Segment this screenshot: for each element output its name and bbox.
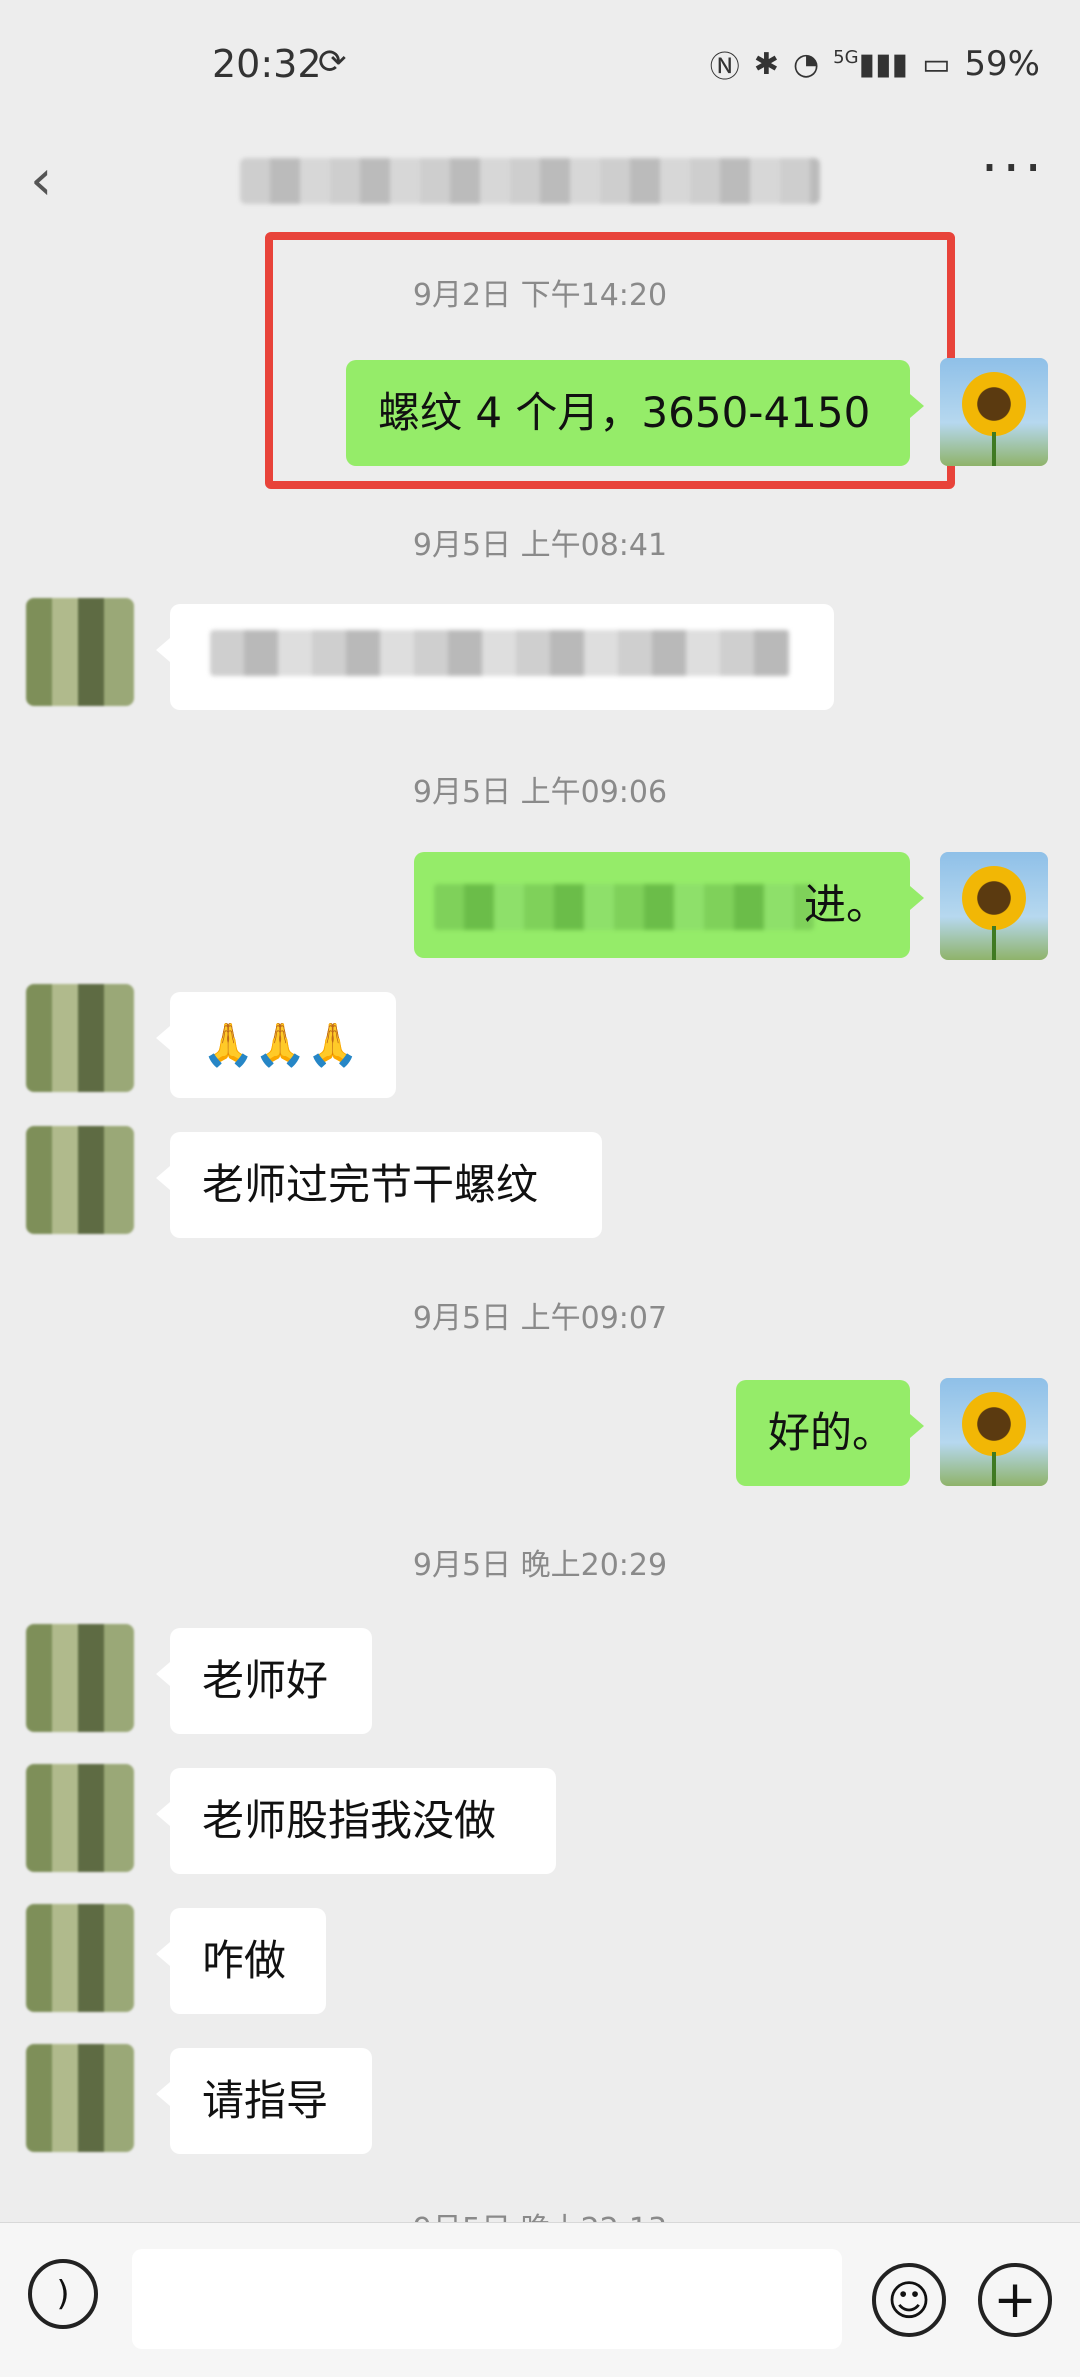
back-arrow-icon[interactable]: ‹ [30, 148, 52, 213]
nfc-icon: Ⓝ [709, 50, 740, 85]
message-bubble-other-redacted[interactable] [156, 604, 834, 710]
signal-5g-icon: 5G▮▮▮ [833, 46, 909, 82]
message-text: 进。 [803, 880, 888, 929]
sync-icon: ⟳ [318, 42, 347, 82]
status-icons: Ⓝ ✱ ◔ 5G▮▮▮ ▭ 59% [710, 42, 1040, 86]
message-text: 请指导 [202, 2075, 329, 2125]
message-bubble-other[interactable]: 请指导 [156, 2048, 372, 2154]
message-bubble-me[interactable]: 螺纹 4 个月，3650-4150 [346, 360, 924, 466]
bluetooth-icon: ✱ [753, 46, 779, 82]
message-bubble-other[interactable]: 老师股指我没做 [156, 1768, 556, 1874]
message-text: 老师股指我没做 [202, 1795, 497, 1845]
battery-level: 59% [964, 44, 1040, 84]
contact-avatar[interactable] [26, 1764, 134, 1872]
timestamp: 9月5日 上午08:41 [412, 528, 668, 563]
contact-avatar[interactable] [26, 1126, 134, 1234]
status-bar: 20:32 ⟳ Ⓝ ✱ ◔ 5G▮▮▮ ▭ 59% [0, 0, 1080, 130]
wifi-icon: ◔ [792, 46, 820, 82]
contact-avatar[interactable] [26, 1624, 134, 1732]
contact-avatar[interactable] [26, 984, 134, 1092]
message-bubble-me[interactable]: 好的。 [736, 1380, 924, 1486]
more-icon[interactable]: ··· [981, 136, 1046, 201]
timestamp: 9月2日 下午14:20 [412, 278, 668, 313]
chat-header: ‹ ··· [0, 130, 1080, 230]
message-text: 螺纹 4 个月，3650-4150 [378, 387, 871, 437]
timestamp: 9月5日 晚上20:29 [412, 1548, 668, 1583]
message-bubble-other[interactable]: 老师好 [156, 1628, 372, 1734]
message-text: 好的。 [768, 1407, 895, 1457]
status-time: 20:32 [212, 42, 322, 86]
my-avatar[interactable] [940, 358, 1048, 466]
chat-title-redacted [240, 158, 820, 204]
message-bubble-other[interactable]: 咋做 [156, 1908, 326, 2014]
redacted-text [210, 630, 790, 676]
message-text: 🙏🙏🙏 [202, 1019, 359, 1069]
message-input[interactable] [132, 2249, 842, 2349]
redacted-text [434, 884, 814, 930]
message-text: 咋做 [202, 1935, 287, 1985]
contact-avatar[interactable] [26, 1904, 134, 2012]
voice-icon[interactable]: ) [28, 2259, 98, 2329]
emoji-icon[interactable]: ☺ [872, 2263, 946, 2337]
contact-avatar[interactable] [26, 2044, 134, 2152]
message-bubble-other[interactable]: 🙏🙏🙏 [156, 992, 396, 1098]
my-avatar[interactable] [940, 852, 1048, 960]
message-bubble-me-redacted[interactable]: 进。 [414, 852, 924, 958]
input-bar: ) ☺ + [0, 2222, 1080, 2377]
plus-icon[interactable]: + [978, 2263, 1052, 2337]
message-text: 老师过完节干螺纹 [202, 1159, 539, 1209]
timestamp-partial: 9月5日 晚上22:13 [0, 2204, 1080, 2224]
timestamp: 9月5日 上午09:07 [412, 1301, 668, 1336]
battery-icon: ▭ [922, 46, 951, 82]
message-text: 老师好 [202, 1655, 329, 1705]
message-bubble-other[interactable]: 老师过完节干螺纹 [156, 1132, 602, 1238]
my-avatar[interactable] [940, 1378, 1048, 1486]
timestamp: 9月5日 上午09:06 [412, 775, 668, 810]
contact-avatar[interactable] [26, 598, 134, 706]
